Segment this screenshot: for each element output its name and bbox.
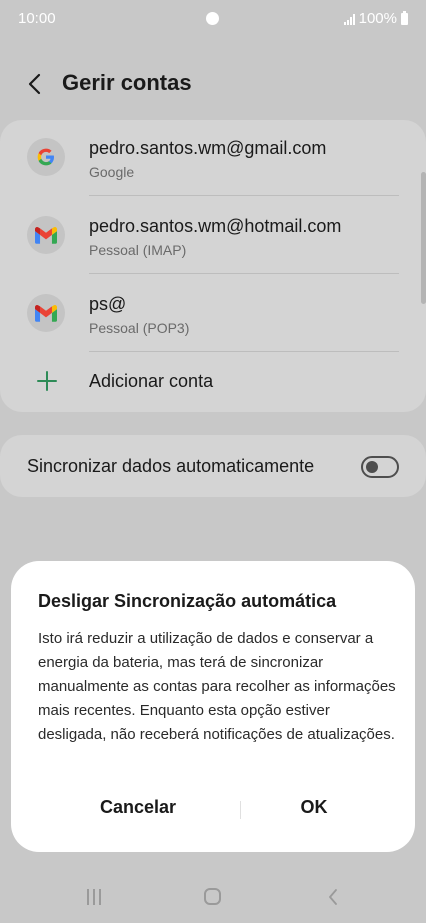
account-email: ps@ [89, 294, 127, 314]
battery-percentage: 100% [358, 10, 397, 27]
auto-sync-toggle[interactable] [361, 456, 399, 478]
account-type: Google [89, 164, 135, 180]
add-account-label: Adicionar conta [89, 371, 214, 391]
auto-sync-label: Sincronizar dados automaticamente [27, 456, 315, 476]
account-type: Pessoal (POP3) [89, 320, 190, 336]
navigation-bar [0, 870, 426, 923]
dialog-title: Desligar Sincronização automática [38, 591, 337, 611]
back-arrow-icon[interactable] [26, 72, 44, 96]
nav-back-icon[interactable] [327, 887, 339, 907]
accounts-list: pedro.santos.wm@gmail.com Google pedro.s… [0, 120, 426, 412]
disable-sync-dialog: Desligar Sincronização automática Isto i… [11, 561, 415, 852]
divider [89, 195, 399, 196]
account-row-imap[interactable]: pedro.santos.wm@hotmail.com Pessoal (IMA… [0, 198, 426, 274]
dialog-message: Isto irá reduzir a utilização de dados e… [38, 630, 396, 743]
gmail-icon [27, 216, 65, 254]
page-title: Gerir contas [62, 70, 192, 95]
home-icon[interactable] [204, 888, 221, 905]
status-bar: 10:00 100% [0, 0, 426, 38]
gmail-icon [27, 294, 65, 332]
dialog-buttons: Cancelar OK [11, 791, 415, 827]
status-time: 10:00 [18, 10, 56, 27]
app-header: Gerir contas [0, 64, 426, 104]
status-indicators: 100% [343, 10, 408, 27]
divider [89, 273, 399, 274]
toggle-knob [366, 461, 378, 473]
auto-sync-row[interactable]: Sincronizar dados automaticamente [0, 435, 426, 497]
camera-dot-icon [206, 12, 219, 25]
account-email: pedro.santos.wm@hotmail.com [89, 216, 342, 236]
scrollbar[interactable] [421, 172, 426, 304]
cancel-button[interactable]: Cancelar [63, 797, 213, 818]
battery-icon [401, 10, 408, 25]
account-row-google[interactable]: pedro.santos.wm@gmail.com Google [0, 120, 426, 196]
add-account-button[interactable]: Adicionar conta [0, 352, 426, 412]
account-type: Pessoal (IMAP) [89, 242, 187, 258]
signal-icon [343, 13, 355, 25]
account-row-pop3[interactable]: ps@ Pessoal (POP3) [0, 276, 426, 352]
ok-button[interactable]: OK [239, 797, 389, 818]
google-icon [27, 138, 65, 176]
recents-icon[interactable] [87, 889, 101, 905]
plus-icon [37, 371, 57, 391]
account-email: pedro.santos.wm@gmail.com [89, 138, 327, 158]
